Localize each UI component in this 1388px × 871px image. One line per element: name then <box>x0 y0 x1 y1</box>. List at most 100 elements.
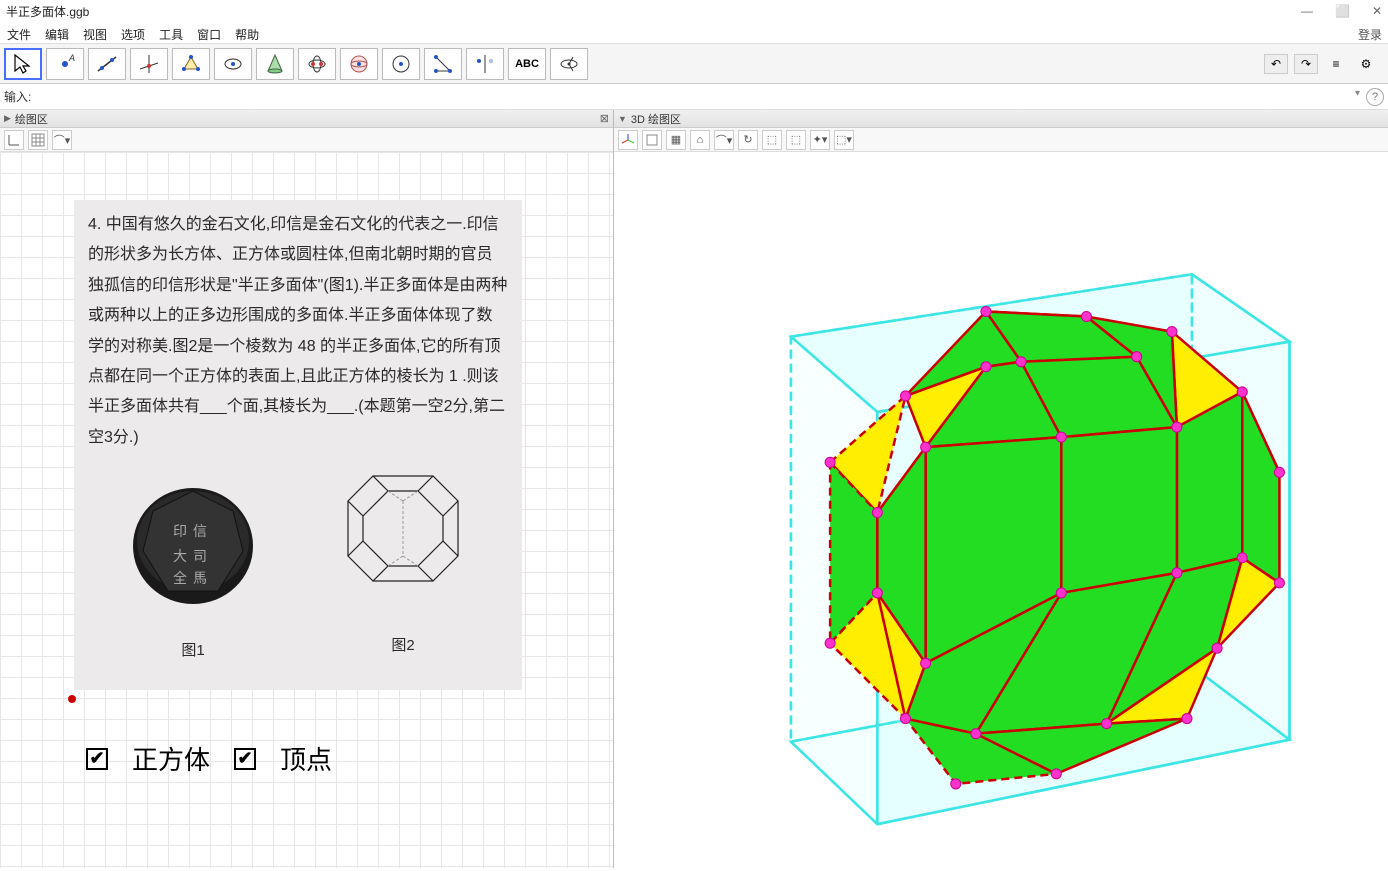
tool-perpendicular[interactable] <box>130 48 168 80</box>
window-minimize[interactable]: — <box>1301 4 1313 18</box>
menu-edit[interactable]: 编辑 <box>38 24 76 41</box>
undo-button[interactable]: ↶ <box>1264 54 1288 74</box>
view-toolbar-3d: ▦ ⌂ ⌒▾ ↻ ⬚ ⬚ ✦▾ ⬚▾ <box>614 128 1388 152</box>
plane-toggle[interactable]: ▦ <box>666 130 686 150</box>
polyhedron-3d <box>614 152 1388 868</box>
checkbox-vertex-label: 顶点 <box>280 740 332 777</box>
graphics-canvas-2d[interactable]: 4. 中国有悠久的金石文化,印信是金石文化的代表之一.印信的形状多为长方体、正方… <box>0 152 613 868</box>
panel-title-3d: 3D 绘图区 <box>631 111 681 127</box>
titlebar: 半正多面体.ggb — ⬜ ✕ <box>0 0 1388 22</box>
panel-title-2d: 绘图区 <box>15 111 48 127</box>
box-clip[interactable]: ⬚▾ <box>834 130 854 150</box>
line-icon <box>96 53 118 75</box>
collapse-icon-3d: ▼ <box>618 114 627 124</box>
hamburger-icon: ≡ <box>1332 57 1339 71</box>
projection[interactable]: ✦▾ <box>810 130 830 150</box>
checkbox-cube[interactable]: ✔ <box>86 748 108 770</box>
undo-icon: ↶ <box>1271 57 1281 71</box>
settings-button[interactable]: ⚙ <box>1354 54 1378 74</box>
tool-polygon[interactable] <box>172 48 210 80</box>
graphics-canvas-3d[interactable] <box>614 152 1388 868</box>
input-label: 输入: <box>4 88 31 105</box>
rotate-3d[interactable]: ↻ <box>738 130 758 150</box>
panels-container: ▶ 绘图区 ⊠ ⌒▾ 4. 中国有悠久的金石文化,印信是金石文化的代表之一.印信… <box>0 110 1388 868</box>
checkbox-vertex[interactable]: ✔ <box>234 748 256 770</box>
view-direction[interactable]: ⬚ <box>762 130 782 150</box>
menu-view[interactable]: 视图 <box>76 24 114 41</box>
window-maximize[interactable]: ⬜ <box>1335 4 1350 18</box>
grid-3d-toggle[interactable] <box>642 130 662 150</box>
tool-reflect[interactable] <box>466 48 504 80</box>
tool-rotate-view[interactable] <box>550 48 588 80</box>
polyhedron-wireframe <box>333 461 473 616</box>
home-3d[interactable]: ⌂ <box>690 130 710 150</box>
axes-toggle[interactable] <box>4 130 24 150</box>
toolbar: A ABC ↶ ↷ ≡ ⚙ <box>0 44 1388 84</box>
tool-text[interactable]: ABC <box>508 48 546 80</box>
point-icon: A <box>54 53 76 75</box>
svg-text:司: 司 <box>193 548 207 564</box>
input-help-button[interactable]: ? <box>1366 88 1384 106</box>
panel-header-3d[interactable]: ▼ 3D 绘图区 <box>614 110 1388 128</box>
snap-toggle[interactable]: ⌒▾ <box>52 130 72 150</box>
angle-icon <box>432 53 454 75</box>
input-field[interactable] <box>35 87 1351 107</box>
gear-icon: ⚙ <box>1361 57 1372 71</box>
svg-text:大: 大 <box>173 548 187 564</box>
file-name: 半正多面体.ggb <box>6 3 89 20</box>
circle-icon <box>222 53 244 75</box>
grid-toggle[interactable] <box>28 130 48 150</box>
tool-circle[interactable] <box>214 48 252 80</box>
tool-conic[interactable] <box>256 48 294 80</box>
tool-angle[interactable] <box>424 48 462 80</box>
clipping[interactable]: ⬚ <box>786 130 806 150</box>
problem-textbox: 4. 中国有悠久的金石文化,印信是金石文化的代表之一.印信的形状多为长方体、正方… <box>74 200 522 690</box>
grid-3d-icon <box>645 133 659 147</box>
rotate-view-icon <box>558 53 580 75</box>
help-icon: ? <box>1372 91 1378 103</box>
sphere-icon <box>348 53 370 75</box>
menu-tools[interactable]: 工具 <box>152 24 190 41</box>
svg-text:全: 全 <box>173 570 187 586</box>
plane-icon <box>390 53 412 75</box>
tool-point[interactable]: A <box>46 48 84 80</box>
redo-button[interactable]: ↷ <box>1294 54 1318 74</box>
input-bar: 输入: ▾ ? <box>0 84 1388 110</box>
caption-2: 图2 <box>318 632 488 661</box>
axes-3d-toggle[interactable] <box>618 130 638 150</box>
axes-icon <box>7 133 21 147</box>
panel-header-2d[interactable]: ▶ 绘图区 ⊠ <box>0 110 613 128</box>
point-marker[interactable] <box>68 695 76 703</box>
seal-image: 印 信 大 司 全 馬 <box>118 461 268 621</box>
checkbox-cube-label: 正方体 <box>132 740 210 777</box>
svg-text:馬: 馬 <box>193 570 207 586</box>
menu-options[interactable]: 选项 <box>114 24 152 41</box>
menu-file[interactable]: 文件 <box>0 24 38 41</box>
input-dropdown-icon[interactable]: ▾ <box>1355 88 1360 106</box>
redo-icon: ↷ <box>1301 57 1311 71</box>
window-close[interactable]: ✕ <box>1372 4 1382 18</box>
axes-3d-icon <box>621 133 635 147</box>
tool-line[interactable] <box>88 48 126 80</box>
menu-window[interactable]: 窗口 <box>190 24 228 41</box>
intersect-icon <box>306 53 328 75</box>
menu-button[interactable]: ≡ <box>1324 54 1348 74</box>
tool-plane[interactable] <box>382 48 420 80</box>
menu-help[interactable]: 帮助 <box>228 24 266 41</box>
grid-icon <box>31 133 45 147</box>
caption-1: 图1 <box>108 637 278 666</box>
reflect-icon <box>474 53 496 75</box>
tool-intersect[interactable] <box>298 48 336 80</box>
conic-icon <box>264 53 286 75</box>
tool-move[interactable] <box>4 48 42 80</box>
view-toolbar-2d: ⌒▾ <box>0 128 613 152</box>
svg-text:信: 信 <box>193 523 207 539</box>
collapse-icon: ▶ <box>4 113 11 124</box>
svg-text:印: 印 <box>173 523 187 539</box>
snap-3d[interactable]: ⌒▾ <box>714 130 734 150</box>
menu-login[interactable]: 登录 <box>1351 24 1388 41</box>
panel-close-2d[interactable]: ⊠ <box>600 112 609 125</box>
tool-sphere[interactable] <box>340 48 378 80</box>
perpendicular-icon <box>138 53 160 75</box>
cursor-icon <box>12 53 34 75</box>
